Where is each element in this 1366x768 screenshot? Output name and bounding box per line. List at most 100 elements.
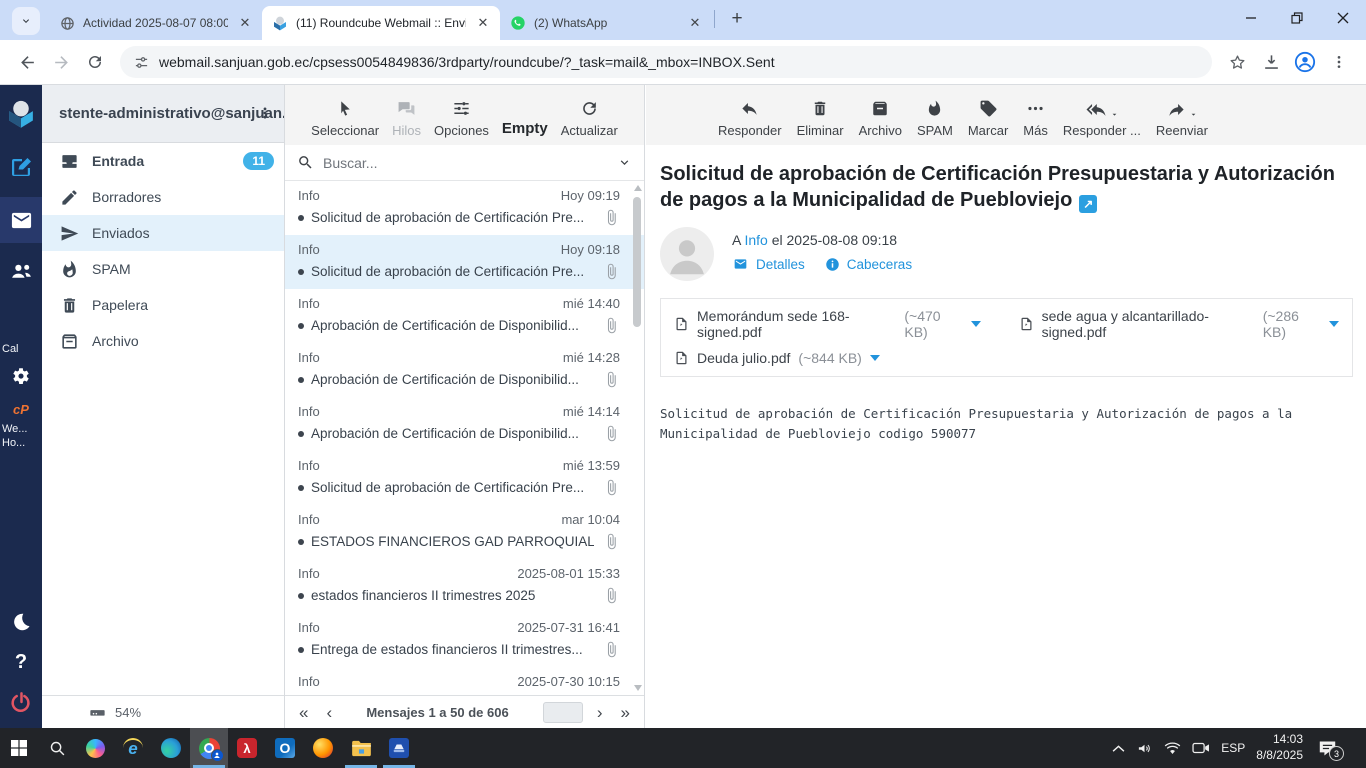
dark-mode-moon-icon[interactable] xyxy=(0,602,42,642)
details-link[interactable]: Detalles xyxy=(732,257,805,272)
new-tab-button[interactable]: + xyxy=(725,8,749,30)
meet-now-camera-icon[interactable] xyxy=(1192,741,1210,755)
next-page-button[interactable]: › xyxy=(597,704,603,721)
webmail-home-label[interactable]: We...Ho... xyxy=(0,423,42,451)
headers-link[interactable]: Cabeceras xyxy=(825,257,912,272)
list-item[interactable]: Infomié 13:59 Solicitud de aprobación de… xyxy=(285,451,644,505)
mark-button[interactable]: Marcar xyxy=(968,97,1008,138)
list-item[interactable]: Info2025-07-30 10:15 xyxy=(285,667,644,695)
tab-roundcube-active[interactable]: (11) Roundcube Webmail :: Envi ✕ xyxy=(262,6,500,40)
more-button[interactable]: Más xyxy=(1023,97,1048,138)
folder-entrada[interactable]: Entrada 11 xyxy=(42,143,284,179)
clock[interactable]: 14:03 8/8/2025 xyxy=(1256,732,1303,763)
address-bar[interactable]: webmail.sanjuan.gob.ec/cpsess0054849836/… xyxy=(120,46,1212,78)
tab-actividad[interactable]: Actividad 2025-08-07 08:00:00 ✕ xyxy=(50,6,262,40)
recipient-link[interactable]: Info xyxy=(744,232,767,248)
folder-menu-icon[interactable] xyxy=(258,104,272,122)
list-scrollbar[interactable] xyxy=(631,181,644,695)
last-page-button[interactable]: » xyxy=(621,704,630,721)
folder-borradores[interactable]: Borradores xyxy=(42,179,284,215)
compose-button[interactable] xyxy=(0,147,42,187)
volume-icon[interactable] xyxy=(1136,741,1153,756)
list-item-selected[interactable]: InfoHoy 09:18 Solicitud de aprobación de… xyxy=(285,235,644,289)
reply-all-button[interactable]: Responder ... xyxy=(1063,100,1141,138)
reply-button[interactable]: Responder xyxy=(718,97,782,138)
spam-button[interactable]: SPAM xyxy=(917,97,953,138)
threads-button[interactable]: Hilos xyxy=(392,97,421,138)
help-icon[interactable]: ? xyxy=(0,642,42,682)
taskbar-edge-icon[interactable] xyxy=(152,728,190,768)
language-indicator[interactable]: ESP xyxy=(1221,741,1245,755)
scrollbar-thumb[interactable] xyxy=(633,197,641,327)
select-button[interactable]: Seleccionar xyxy=(311,97,379,138)
options-button[interactable]: Opciones xyxy=(434,97,489,138)
taskbar-search-button[interactable] xyxy=(38,728,76,768)
page-number-input[interactable] xyxy=(543,702,583,723)
taskbar-acrobat-button[interactable]: λ xyxy=(228,728,266,768)
tab-close-icon[interactable]: ✕ xyxy=(236,14,254,32)
list-item[interactable]: Infomié 14:14 Aprobación de Certificació… xyxy=(285,397,644,451)
list-item[interactable]: Info2025-08-01 15:33 estados financieros… xyxy=(285,559,644,613)
tray-expand-chevron-icon[interactable] xyxy=(1112,744,1125,753)
attachment-chip[interactable]: sede agua y alcantarillado-signed.pdf (~… xyxy=(1019,308,1339,340)
taskbar-ie-icon[interactable]: e xyxy=(114,728,152,768)
mail-nav-icon[interactable] xyxy=(0,197,42,243)
start-button[interactable] xyxy=(0,728,38,768)
settings-gear-icon[interactable] xyxy=(0,357,42,397)
taskbar-scanner-button[interactable] xyxy=(380,728,418,768)
list-item[interactable]: Infomié 14:40 Aprobación de Certificació… xyxy=(285,289,644,343)
close-window-button[interactable] xyxy=(1320,0,1366,36)
taskbar-copilot-icon[interactable] xyxy=(76,728,114,768)
scroll-down-icon[interactable] xyxy=(634,685,642,691)
attachment-chip[interactable]: Memorándum sede 168-signed.pdf (~470 KB) xyxy=(674,308,981,340)
tab-search-button[interactable] xyxy=(12,7,40,35)
downloads-icon[interactable] xyxy=(1254,45,1288,79)
reload-button[interactable] xyxy=(78,45,112,79)
folder-enviados[interactable]: Enviados xyxy=(42,215,284,251)
folder-papelera[interactable]: Papelera xyxy=(42,287,284,323)
search-options-chevron-icon[interactable] xyxy=(617,155,632,170)
action-center-button[interactable]: 3 xyxy=(1314,736,1340,760)
wifi-icon[interactable] xyxy=(1164,741,1181,755)
calendar-nav-label[interactable]: Cal xyxy=(0,343,42,357)
delete-button[interactable]: Eliminar xyxy=(797,97,844,138)
taskbar-outlook-button[interactable]: O xyxy=(266,728,304,768)
logout-power-icon[interactable] xyxy=(0,682,42,722)
browser-menu-icon[interactable] xyxy=(1322,45,1356,79)
folder-spam[interactable]: SPAM xyxy=(42,251,284,287)
attachment-menu-caret-icon[interactable] xyxy=(1329,321,1339,327)
site-settings-icon[interactable] xyxy=(134,55,149,70)
folder-archivo[interactable]: Archivo xyxy=(42,323,284,359)
list-item[interactable]: Infomié 14:28 Aprobación de Certificació… xyxy=(285,343,644,397)
forward-button[interactable] xyxy=(44,45,78,79)
tab-whatsapp[interactable]: (2) WhatsApp ✕ xyxy=(500,6,712,40)
back-button[interactable] xyxy=(10,45,44,79)
restore-button[interactable] xyxy=(1274,0,1320,36)
paperclip-icon xyxy=(603,533,620,550)
archive-button[interactable]: Archivo xyxy=(859,97,902,138)
list-item[interactable]: Infomar 10:04 ESTADOS FINANCIEROS GAD PA… xyxy=(285,505,644,559)
attachment-menu-caret-icon[interactable] xyxy=(870,355,880,361)
attachment-chip[interactable]: Deuda julio.pdf (~844 KB) xyxy=(674,349,880,367)
taskbar-chrome-button[interactable] xyxy=(190,728,228,768)
open-in-new-window-icon[interactable]: ↗ xyxy=(1079,195,1097,213)
refresh-button[interactable]: Actualizar xyxy=(561,97,618,138)
contacts-nav-icon[interactable] xyxy=(0,251,42,291)
bookmark-star-icon[interactable] xyxy=(1220,45,1254,79)
tab-close-icon[interactable]: ✕ xyxy=(474,14,492,32)
attachment-menu-caret-icon[interactable] xyxy=(971,321,981,327)
list-item[interactable]: Info2025-07-31 16:41 Entrega de estados … xyxy=(285,613,644,667)
list-toolbar: Seleccionar Hilos Opciones Empty Actuali… xyxy=(285,85,644,145)
list-item[interactable]: InfoHoy 09:19 Solicitud de aprobación de… xyxy=(285,181,644,235)
tab-close-icon[interactable]: ✕ xyxy=(686,14,704,32)
profile-avatar[interactable] xyxy=(1288,45,1322,79)
taskbar-explorer-button[interactable] xyxy=(342,728,380,768)
taskbar-firefox-button[interactable] xyxy=(304,728,342,768)
search-input[interactable] xyxy=(323,155,608,171)
minimize-button[interactable] xyxy=(1228,0,1274,36)
scroll-up-icon[interactable] xyxy=(634,185,642,191)
forward-button[interactable]: Reenviar xyxy=(1156,100,1208,138)
empty-folder-button[interactable]: Empty xyxy=(502,120,548,138)
cpanel-icon[interactable]: cP xyxy=(0,397,42,423)
first-page-button[interactable]: « xyxy=(299,704,308,721)
